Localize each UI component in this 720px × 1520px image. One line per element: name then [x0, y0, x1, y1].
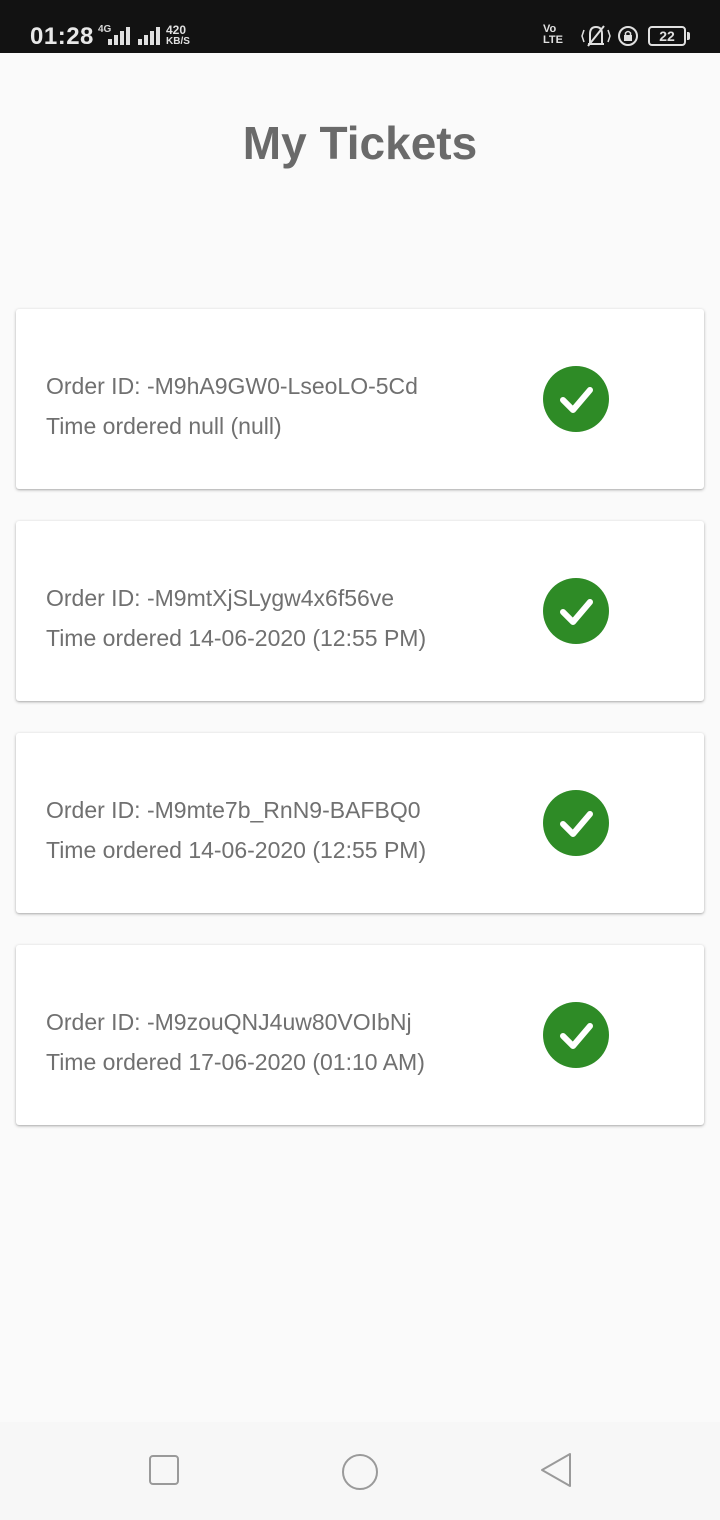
ticket-order-id: Order ID: -M9hA9GW0-LseoLO-5Cd	[46, 373, 418, 399]
ticket-card[interactable]: Order ID: -M9hA9GW0-LseoLO-5Cd Time orde…	[16, 309, 704, 489]
rotation-lock-icon	[618, 26, 638, 46]
ticket-order-id: Order ID: -M9mtXjSLygw4x6f56ve	[46, 585, 395, 611]
network-speed: 420 KB/S	[166, 24, 190, 48]
signal-icon	[138, 27, 160, 45]
check-icon	[543, 1002, 609, 1068]
check-icon	[543, 366, 609, 432]
network-speed-unit: KB/S	[166, 36, 190, 47]
battery-level: 22	[659, 28, 675, 44]
ticket-time-ordered: Time ordered null (null)	[46, 413, 282, 439]
ticket-time-ordered: Time ordered 17-06-2020 (01:10 AM)	[46, 1049, 425, 1075]
battery-icon: 22	[648, 26, 686, 46]
signal-icon	[108, 27, 130, 45]
ticket-list: Order ID: -M9hA9GW0-LseoLO-5Cd Time orde…	[16, 309, 704, 1157]
home-circle-icon[interactable]	[340, 1452, 380, 1492]
status-time: 01:28	[30, 23, 94, 50]
ticket-time-ordered: Time ordered 14-06-2020 (12:55 PM)	[46, 837, 427, 863]
battery-tip	[687, 32, 690, 40]
ticket-time-ordered: Time ordered 14-06-2020 (12:55 PM)	[46, 625, 427, 651]
status-bar: 01:28 4G 420 KB/S Vo LTE 22	[0, 0, 720, 53]
volte-bottom: LTE	[543, 34, 563, 46]
volte-icon: Vo LTE	[543, 24, 563, 46]
back-triangle-icon[interactable]	[538, 1452, 574, 1488]
recents-square-icon[interactable]	[146, 1452, 182, 1488]
ticket-order-id: Order ID: -M9zouQNJ4uw80VOIbNj	[46, 1009, 412, 1035]
ticket-card[interactable]: Order ID: -M9mtXjSLygw4x6f56ve Time orde…	[16, 521, 704, 701]
navigation-bar	[0, 1422, 720, 1520]
ticket-card[interactable]: Order ID: -M9zouQNJ4uw80VOIbNj Time orde…	[16, 945, 704, 1125]
ticket-order-id: Order ID: -M9mte7b_RnN9-BAFBQ0	[46, 797, 421, 823]
check-icon	[543, 578, 609, 644]
network-speed-value: 420	[166, 23, 187, 37]
check-icon	[543, 790, 609, 856]
vibrate-icon	[581, 25, 611, 47]
page-title: My Tickets	[242, 117, 478, 169]
ticket-card[interactable]: Order ID: -M9mte7b_RnN9-BAFBQ0 Time orde…	[16, 733, 704, 913]
